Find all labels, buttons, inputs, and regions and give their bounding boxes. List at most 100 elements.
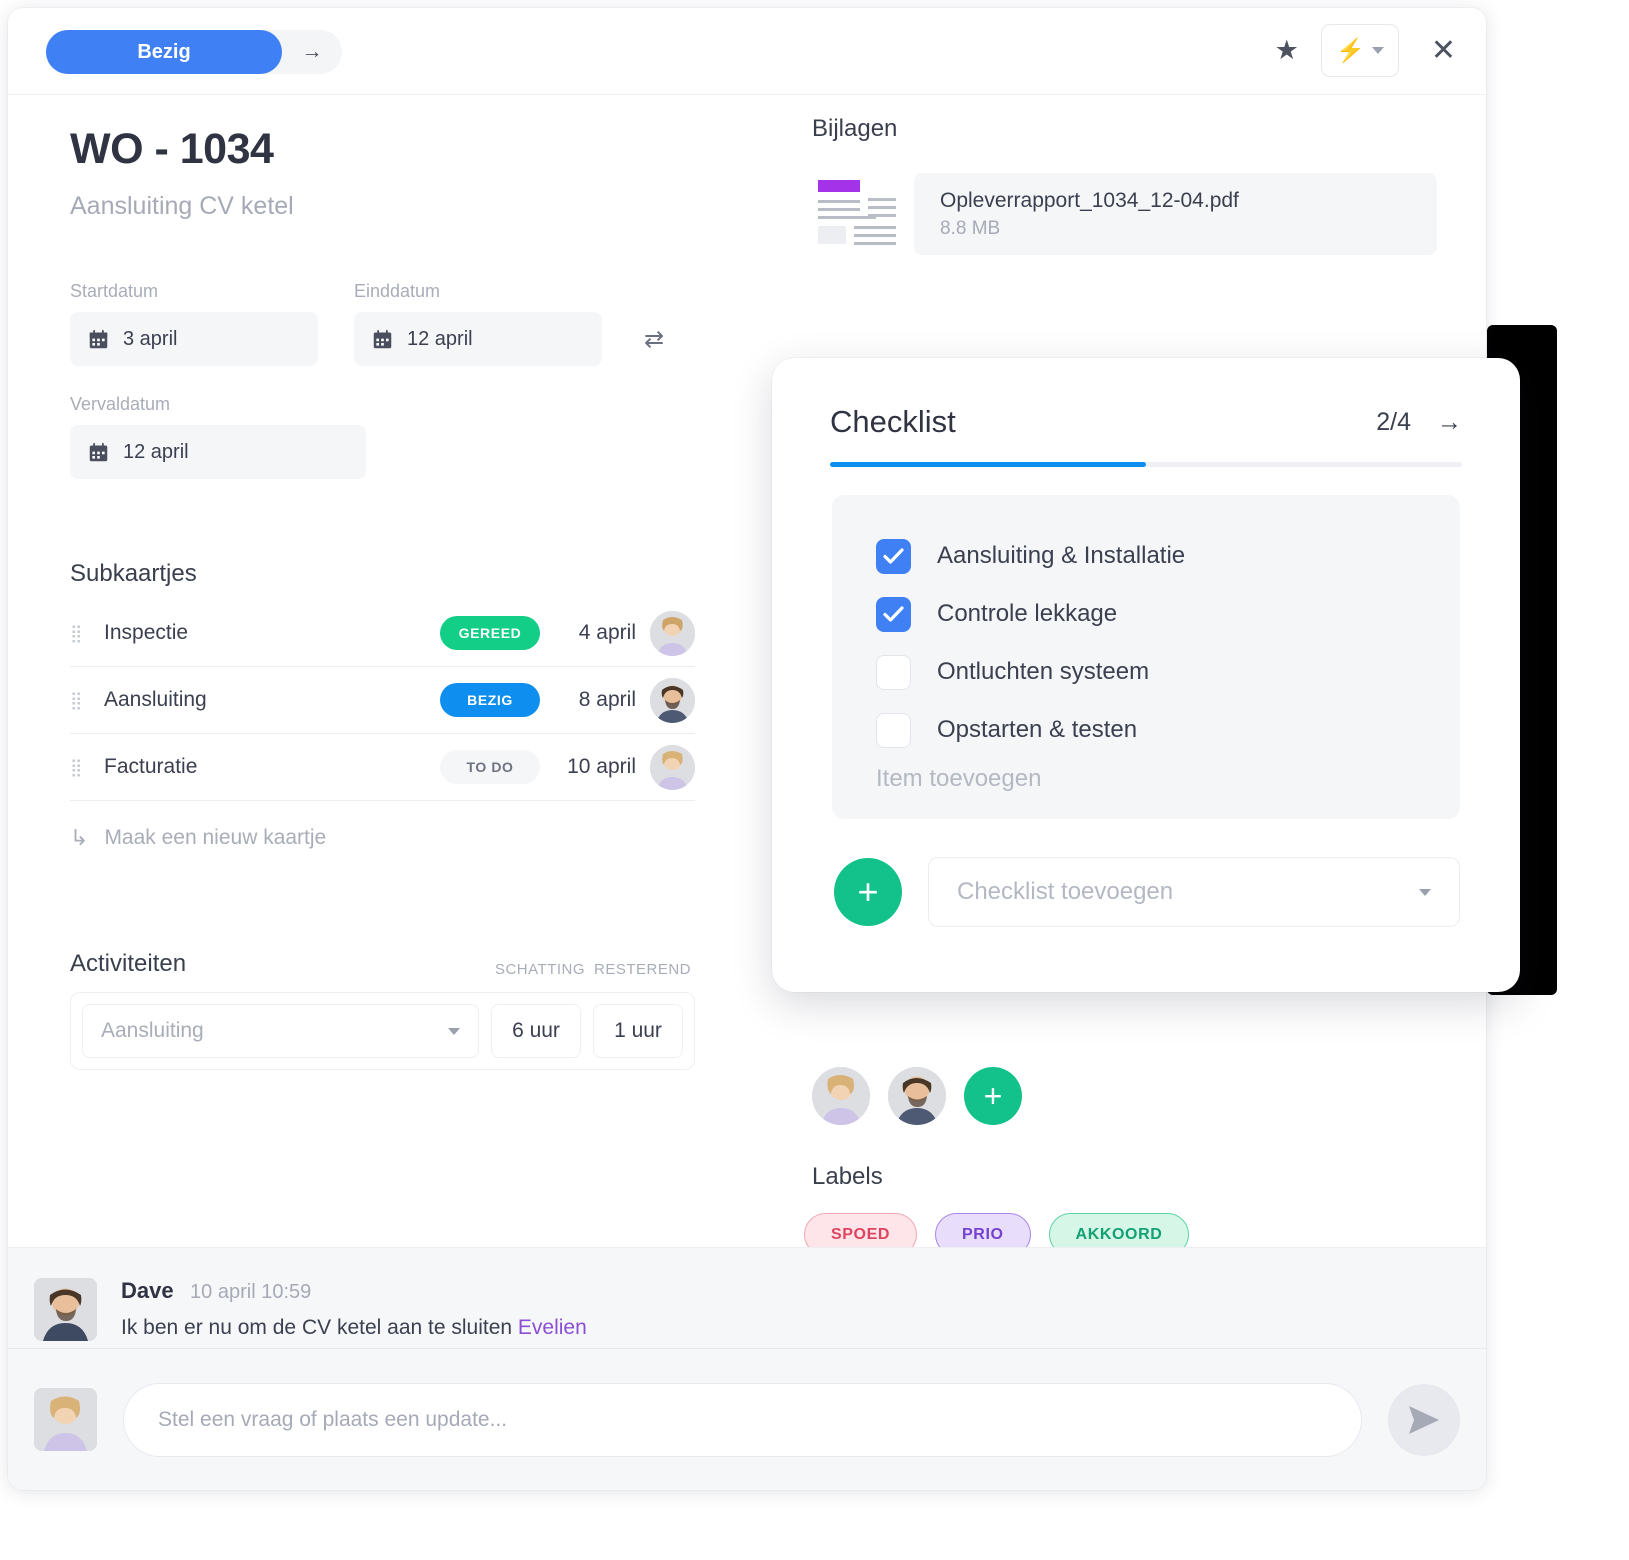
- subcards-section: Subkaartjes ⣿ Inspectie GEREED 4 april ⣿…: [70, 560, 695, 851]
- subcard-name: Inspectie: [104, 621, 189, 644]
- avatar[interactable]: [650, 744, 695, 790]
- end-date-value: 12 april: [407, 327, 473, 350]
- attachment-size: 8.8 MB: [940, 217, 1001, 239]
- table-row[interactable]: ⣿ Facturatie TO DO 10 april: [70, 734, 695, 801]
- start-date-input[interactable]: 3 april: [70, 312, 318, 366]
- activity-remaining-value[interactable]: 1 uur: [593, 1004, 683, 1058]
- checklist-item-label: Ontluchten systeem: [937, 658, 1150, 685]
- chevron-down-icon: [1419, 888, 1431, 896]
- checklist-select[interactable]: Checklist toevoegen: [928, 857, 1460, 927]
- swap-dates-icon[interactable]: ⇄: [638, 312, 670, 366]
- activity-estimate-value[interactable]: 6 uur: [491, 1004, 581, 1058]
- status-next-arrow-icon[interactable]: →: [282, 40, 342, 64]
- end-date-field: Einddatum 12 april: [354, 281, 602, 366]
- checklist-header: Checklist 2/4 →: [772, 358, 1520, 440]
- table-row[interactable]: ⣿ Aansluiting BEZIG 8 april: [70, 667, 695, 734]
- column-header-remaining: RESTEREND: [593, 961, 691, 978]
- checkbox-checked-icon[interactable]: [876, 538, 911, 574]
- send-button[interactable]: [1388, 1383, 1460, 1456]
- attachments-title: Bijlagen: [812, 115, 898, 142]
- column-header-estimate: SCHATTING: [494, 961, 586, 978]
- drag-handle-icon[interactable]: ⣿: [70, 759, 104, 776]
- avatar[interactable]: [812, 1067, 870, 1125]
- chevron-down-icon: [1371, 47, 1384, 54]
- calendar-icon: [88, 329, 109, 350]
- activities-section: Activiteiten SCHATTING RESTEREND Aanslui…: [70, 950, 695, 1070]
- drag-handle-icon[interactable]: ⣿: [70, 625, 104, 642]
- labels-title: Labels: [812, 1163, 883, 1190]
- checkbox-checked-icon[interactable]: [876, 596, 911, 632]
- avatar[interactable]: [34, 1388, 97, 1451]
- automation-button[interactable]: ⚡: [1320, 24, 1399, 77]
- dates-section: Startdatum 3 april Einddatum 12 april ⇄ …: [70, 281, 710, 479]
- pdf-file-icon: [810, 176, 906, 252]
- comment-input[interactable]: Stel een vraag of plaats een update...: [123, 1382, 1362, 1457]
- list-item[interactable]: Ontluchten systeem: [832, 643, 1460, 701]
- activity-select[interactable]: Aansluiting: [82, 1004, 479, 1058]
- checklist-progress-track: [830, 462, 1462, 467]
- checklist-item-label: Controle lekkage: [937, 600, 1118, 627]
- subcard-date: 10 april: [567, 755, 636, 778]
- checklist-title: Checklist: [830, 404, 956, 439]
- arrow-return-icon: ↳: [70, 825, 89, 850]
- checklist-panel: Checklist 2/4 → Aansluiting & Installati…: [772, 358, 1520, 992]
- new-subcard-button[interactable]: ↳ Maak een nieuw kaartje: [70, 825, 695, 851]
- subcard-date: 4 april: [578, 621, 636, 644]
- due-date-input[interactable]: 12 april: [70, 425, 366, 479]
- mention-link[interactable]: Evelien: [518, 1316, 587, 1339]
- checklist-count: 2/4: [1376, 407, 1411, 436]
- checklist-items: Aansluiting & Installatie Controle lekka…: [832, 495, 1460, 819]
- calendar-icon: [372, 329, 393, 350]
- avatar[interactable]: [34, 1278, 97, 1341]
- subcard-name: Facturatie: [104, 755, 198, 778]
- comments-section: Dave 10 april 10:59 Ik ben er nu om de C…: [8, 1247, 1486, 1490]
- calendar-icon: [88, 442, 109, 463]
- activities-title: Activiteiten: [70, 950, 187, 977]
- drag-handle-icon[interactable]: ⣿: [70, 692, 104, 709]
- start-date-label: Startdatum: [70, 281, 159, 301]
- comment-item: Dave 10 april 10:59 Ik ben er nu om de C…: [34, 1278, 587, 1341]
- comment-timestamp: 10 april 10:59: [190, 1281, 312, 1303]
- add-assignee-button[interactable]: +: [964, 1067, 1022, 1125]
- list-item[interactable]: Opstarten & testen: [832, 701, 1460, 759]
- checkbox-unchecked-icon[interactable]: [876, 654, 911, 690]
- comment-text-body: Ik ben er nu om de CV ketel aan te sluit…: [121, 1316, 518, 1339]
- checklist-select-placeholder: Checklist toevoegen: [957, 878, 1174, 905]
- status-badge[interactable]: BEZIG: [440, 683, 540, 717]
- status-badge[interactable]: TO DO: [440, 750, 540, 784]
- checklist-item-label: Opstarten & testen: [937, 716, 1138, 743]
- new-subcard-label: Maak een nieuw kaartje: [104, 826, 327, 849]
- star-icon[interactable]: ★: [1275, 37, 1299, 64]
- due-date-field: Vervaldatum 12 april: [70, 394, 366, 479]
- status-chip[interactable]: Bezig: [46, 30, 282, 74]
- page-subtitle: Aansluiting CV ketel: [70, 192, 294, 220]
- list-item[interactable]: Controle lekkage: [832, 585, 1460, 643]
- card-header: Bezig → ★ ⚡ ✕: [8, 8, 1486, 95]
- avatar[interactable]: [650, 610, 695, 656]
- subcard-name: Aansluiting: [104, 688, 207, 711]
- end-date-input[interactable]: 12 april: [354, 312, 602, 366]
- screen: Bezig → ★ ⚡ ✕ WO - 1034 Aansluiting CV k…: [0, 0, 1629, 1560]
- list-item[interactable]: Aansluiting & Installatie: [832, 527, 1460, 585]
- checklist-item-label: Aansluiting & Installatie: [937, 542, 1186, 569]
- checklist-next-arrow-icon[interactable]: →: [1437, 408, 1462, 437]
- avatar[interactable]: [650, 677, 695, 723]
- add-checklist-item-button[interactable]: Item toevoegen: [832, 759, 1460, 793]
- subcards-title: Subkaartjes: [70, 560, 197, 587]
- checklist-footer: + Checklist toevoegen: [772, 819, 1520, 927]
- checklist-progress-fill: [830, 462, 1146, 467]
- due-date-label: Vervaldatum: [70, 394, 171, 414]
- status-badge[interactable]: GEREED: [440, 616, 540, 650]
- start-date-field: Startdatum 3 april: [70, 281, 318, 366]
- attachment-name: Opleverrapport_1034_12-04.pdf: [940, 188, 1239, 212]
- table-row[interactable]: ⣿ Inspectie GEREED 4 april: [70, 600, 695, 667]
- add-checklist-button[interactable]: +: [834, 858, 902, 926]
- comment-author: Dave: [121, 1278, 174, 1303]
- comment-input-placeholder: Stel een vraag of plaats een update...: [158, 1407, 508, 1431]
- checkbox-unchecked-icon[interactable]: [876, 712, 911, 748]
- avatar[interactable]: [888, 1067, 946, 1125]
- attachment-item[interactable]: Opleverrapport_1034_12-04.pdf 8.8 MB: [810, 173, 1437, 255]
- comment-text: Ik ben er nu om de CV ketel aan te sluit…: [121, 1316, 587, 1340]
- status-selector[interactable]: Bezig →: [46, 30, 342, 74]
- close-icon[interactable]: ✕: [1431, 35, 1456, 66]
